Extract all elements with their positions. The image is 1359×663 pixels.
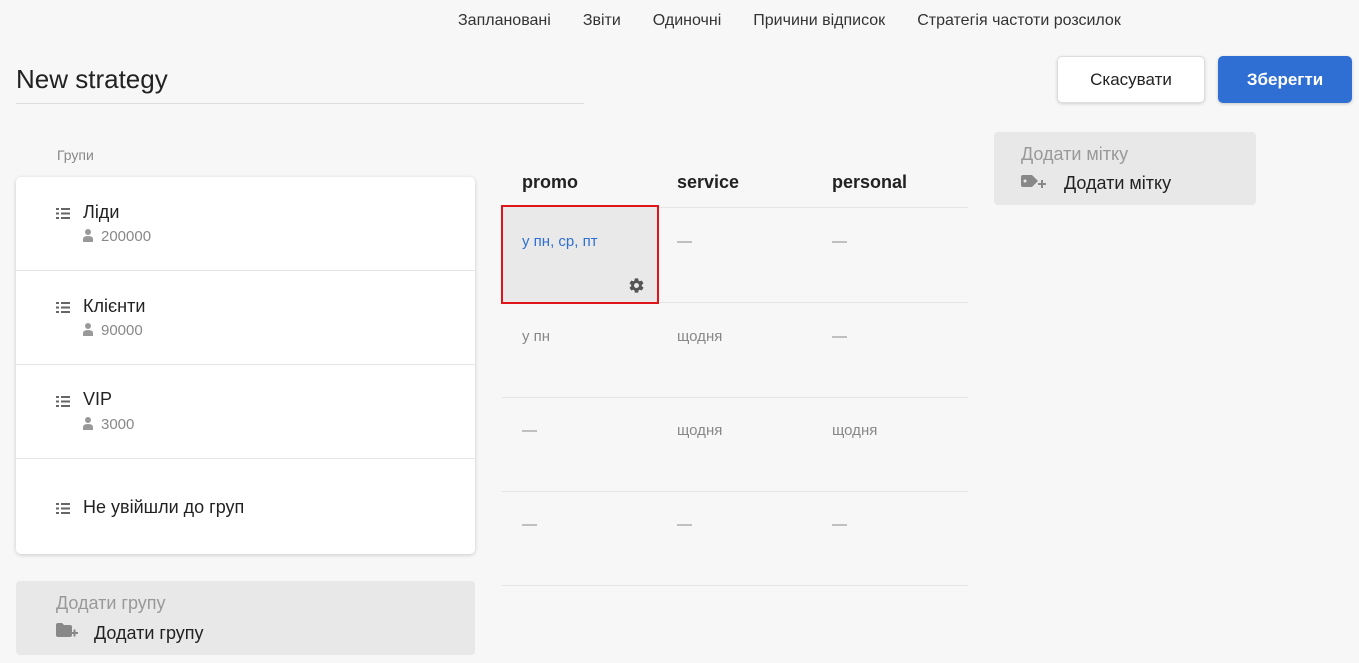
list-icon <box>56 503 70 514</box>
group-name: Ліди <box>83 202 120 222</box>
person-icon <box>83 417 93 430</box>
group-name: Клієнти <box>83 296 146 316</box>
person-icon <box>83 229 93 242</box>
person-icon <box>83 323 93 336</box>
cell-value: щодня <box>677 422 723 439</box>
nav-reports[interactable]: Звіти <box>583 12 621 30</box>
add-group-input[interactable]: Додати групу Додати групу <box>16 581 475 655</box>
cell-value: — <box>832 516 847 533</box>
matrix-cell[interactable]: щодня <box>657 397 812 491</box>
add-tag-label: Додати мітку <box>1064 173 1172 193</box>
column-header-personal: personal <box>832 172 908 192</box>
nav-frequency-strategy[interactable]: Стратегія частоти розсилок <box>917 12 1121 30</box>
add-tag-input[interactable]: Додати мітку Додати мітку <box>994 132 1256 205</box>
matrix-cell[interactable]: — <box>812 491 967 585</box>
group-name: VIP <box>83 389 113 409</box>
group-item-vip[interactable]: VIP 3000 <box>16 365 475 459</box>
cell-value: — <box>677 233 692 250</box>
matrix-cell[interactable]: — <box>657 491 812 585</box>
page-title[interactable]: New strategy <box>16 64 584 104</box>
column-header-promo: promo <box>522 172 578 192</box>
cell-value: — <box>522 516 537 533</box>
nav-unsubscribe-reasons[interactable]: Причини відписок <box>753 12 885 30</box>
matrix-cell[interactable]: щодня <box>657 303 812 397</box>
list-icon <box>56 208 70 219</box>
group-item-leads[interactable]: Ліди 200000 <box>16 177 475 271</box>
group-count: 3000 <box>101 416 135 433</box>
nav-single[interactable]: Одиночні <box>653 12 721 30</box>
cell-value: щодня <box>677 328 723 345</box>
group-count: 200000 <box>101 228 152 245</box>
cell-value: — <box>832 328 847 345</box>
matrix-row: у пн, ср, пт — — <box>501 205 968 304</box>
cell-value: — <box>832 233 847 250</box>
cancel-button[interactable]: Скасувати <box>1057 56 1205 103</box>
group-name: Не увійшли до груп <box>83 497 245 517</box>
group-item-ungrouped[interactable]: Не увійшли до груп <box>16 460 475 554</box>
cell-value: — <box>522 422 537 439</box>
groups-list: Ліди 200000 Клієнти 90000 VIP 3000 Не ув… <box>16 177 475 554</box>
matrix-cell[interactable]: — <box>502 397 657 491</box>
add-tag-placeholder: Додати мітку <box>1021 144 1129 164</box>
groups-section-label: Групи <box>57 147 94 163</box>
matrix-cell[interactable]: — <box>502 491 657 585</box>
list-icon <box>56 396 70 407</box>
gear-icon[interactable] <box>628 277 645 294</box>
column-header-service: service <box>677 172 740 192</box>
matrix-cell-selected[interactable]: у пн, ср, пт <box>501 205 659 304</box>
cell-value: щодня <box>832 422 878 439</box>
cell-value: у пн, ср, пт <box>522 233 598 250</box>
nav-scheduled[interactable]: Заплановані <box>458 12 551 30</box>
matrix-cell[interactable]: — <box>812 208 967 302</box>
add-folder-icon <box>56 623 78 637</box>
cell-value: — <box>677 516 692 533</box>
matrix-cell[interactable]: щодня <box>812 397 967 491</box>
matrix-row: — щодня щодня <box>502 397 968 492</box>
group-item-clients[interactable]: Клієнти 90000 <box>16 271 475 365</box>
matrix-cell[interactable]: у пн <box>502 303 657 397</box>
list-icon <box>56 302 70 313</box>
matrix-cell[interactable]: — <box>812 303 967 397</box>
matrix-cell[interactable]: — <box>657 208 812 302</box>
top-nav: Заплановані Звіти Одиночні Причини відпи… <box>458 12 1121 30</box>
add-tag-icon <box>1021 175 1046 188</box>
matrix-row: — — — <box>502 491 968 586</box>
save-button[interactable]: Зберегти <box>1218 56 1352 103</box>
cell-value: у пн <box>522 328 551 345</box>
matrix-row: у пн щодня — <box>502 303 968 398</box>
add-group-label: Додати групу <box>94 623 204 643</box>
group-count: 90000 <box>101 322 143 339</box>
add-group-placeholder: Додати групу <box>56 593 166 613</box>
